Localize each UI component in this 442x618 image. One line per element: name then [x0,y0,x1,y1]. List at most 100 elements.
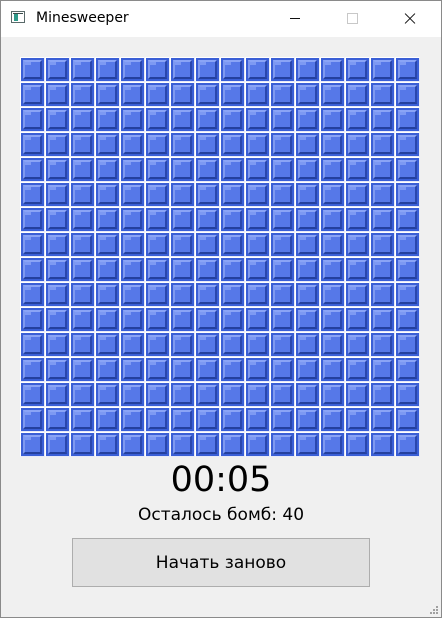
mine-cell[interactable] [295,407,320,432]
mine-cell[interactable] [120,207,145,232]
mine-cell[interactable] [245,232,270,257]
mine-cell[interactable] [220,332,245,357]
mine-cell[interactable] [270,257,295,282]
mine-cell[interactable] [370,282,395,307]
mine-cell[interactable] [20,232,45,257]
mine-cell[interactable] [45,207,70,232]
mine-cell[interactable] [120,332,145,357]
mine-cell[interactable] [270,107,295,132]
mine-cell[interactable] [145,257,170,282]
mine-cell[interactable] [220,182,245,207]
mine-cell[interactable] [120,357,145,382]
mine-cell[interactable] [220,407,245,432]
mine-cell[interactable] [320,182,345,207]
mine-cell[interactable] [120,382,145,407]
mine-cell[interactable] [20,182,45,207]
mine-cell[interactable] [145,282,170,307]
mine-cell[interactable] [195,107,220,132]
mine-cell[interactable] [95,357,120,382]
mine-cell[interactable] [370,332,395,357]
mine-cell[interactable] [20,382,45,407]
mine-cell[interactable] [345,57,370,82]
mine-cell[interactable] [345,382,370,407]
mine-cell[interactable] [345,432,370,457]
mine-cell[interactable] [345,132,370,157]
mine-cell[interactable] [245,207,270,232]
mine-cell[interactable] [370,207,395,232]
mine-cell[interactable] [170,232,195,257]
mine-cell[interactable] [70,357,95,382]
mine-cell[interactable] [195,257,220,282]
mine-cell[interactable] [120,232,145,257]
mine-cell[interactable] [270,332,295,357]
mine-cell[interactable] [95,382,120,407]
mine-cell[interactable] [145,382,170,407]
mine-cell[interactable] [45,357,70,382]
mine-cell[interactable] [195,82,220,107]
mine-cell[interactable] [45,332,70,357]
mine-cell[interactable] [295,82,320,107]
mine-cell[interactable] [270,307,295,332]
mine-cell[interactable] [170,132,195,157]
mine-cell[interactable] [120,157,145,182]
mine-cell[interactable] [45,382,70,407]
mine-cell[interactable] [220,232,245,257]
mine-cell[interactable] [320,207,345,232]
mine-cell[interactable] [395,257,420,282]
mine-cell[interactable] [370,407,395,432]
mine-cell[interactable] [370,432,395,457]
mine-cell[interactable] [95,157,120,182]
mine-cell[interactable] [395,107,420,132]
mine-cell[interactable] [370,107,395,132]
mine-cell[interactable] [70,157,95,182]
mine-cell[interactable] [395,382,420,407]
mine-cell[interactable] [320,407,345,432]
mine-cell[interactable] [345,82,370,107]
mine-cell[interactable] [195,157,220,182]
mine-cell[interactable] [395,357,420,382]
mine-cell[interactable] [70,207,95,232]
mine-cell[interactable] [320,382,345,407]
mine-cell[interactable] [220,307,245,332]
mine-cell[interactable] [245,82,270,107]
mine-cell[interactable] [95,407,120,432]
mine-cell[interactable] [370,382,395,407]
mine-cell[interactable] [295,57,320,82]
mine-cell[interactable] [395,132,420,157]
mine-cell[interactable] [270,132,295,157]
mine-cell[interactable] [45,407,70,432]
mine-cell[interactable] [295,107,320,132]
mine-cell[interactable] [95,257,120,282]
mine-cell[interactable] [195,232,220,257]
mine-cell[interactable] [220,57,245,82]
mine-cell[interactable] [370,357,395,382]
mine-cell[interactable] [270,57,295,82]
mine-cell[interactable] [245,282,270,307]
mine-cell[interactable] [95,107,120,132]
mine-cell[interactable] [320,82,345,107]
mine-cell[interactable] [70,407,95,432]
mine-cell[interactable] [395,407,420,432]
mine-cell[interactable] [345,332,370,357]
mine-cell[interactable] [45,157,70,182]
mine-cell[interactable] [270,82,295,107]
mine-cell[interactable] [170,432,195,457]
mine-cell[interactable] [195,207,220,232]
maximize-icon[interactable] [329,1,375,37]
mine-cell[interactable] [45,432,70,457]
mine-cell[interactable] [370,307,395,332]
mine-cell[interactable] [295,132,320,157]
mine-cell[interactable] [220,282,245,307]
mine-cell[interactable] [45,132,70,157]
mine-cell[interactable] [70,232,95,257]
mine-cell[interactable] [145,107,170,132]
mine-cell[interactable] [170,107,195,132]
mine-cell[interactable] [170,332,195,357]
close-icon[interactable] [387,1,433,37]
mine-cell[interactable] [95,282,120,307]
mine-cell[interactable] [70,382,95,407]
mine-cell[interactable] [320,257,345,282]
mine-cell[interactable] [220,357,245,382]
mine-cell[interactable] [170,57,195,82]
mine-cell[interactable] [145,207,170,232]
